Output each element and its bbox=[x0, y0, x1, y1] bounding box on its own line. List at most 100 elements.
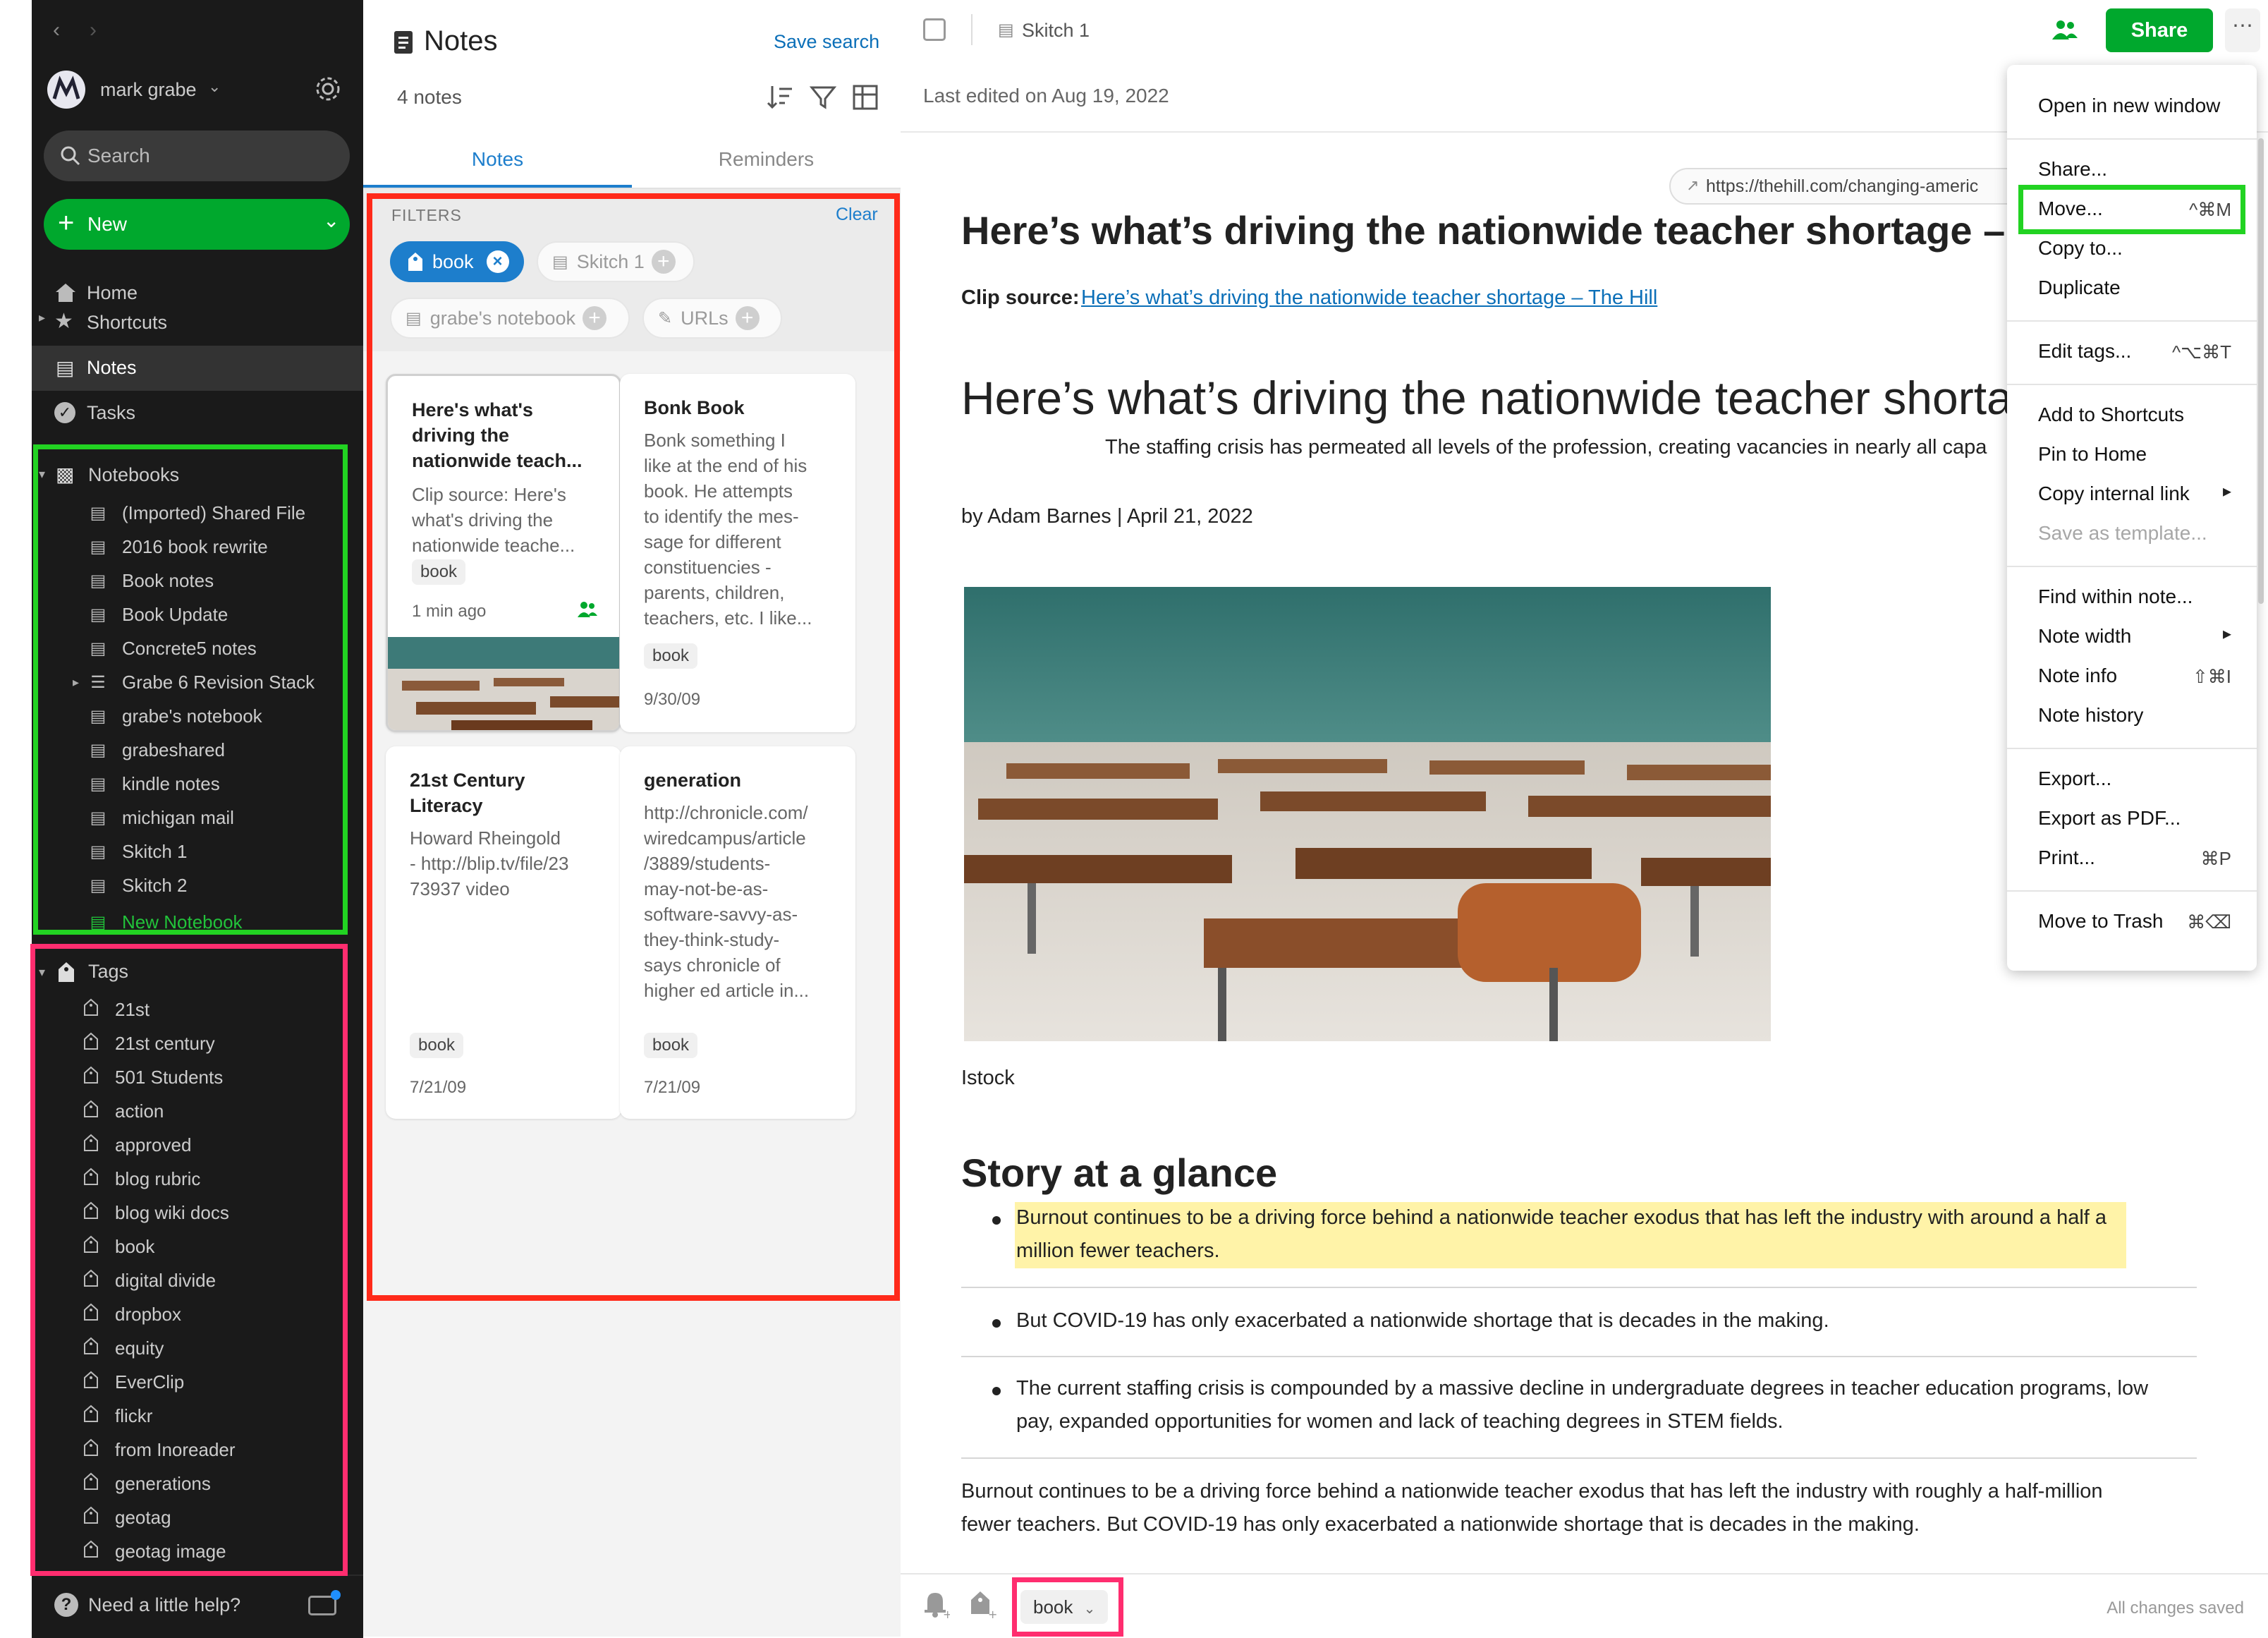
help-link[interactable]: Need a little help? bbox=[88, 1594, 240, 1616]
home-icon bbox=[54, 282, 77, 307]
back-arrow-icon[interactable]: ‹ bbox=[53, 18, 60, 42]
svg-text:+: + bbox=[988, 1608, 996, 1618]
sidebar-notes-label: Notes bbox=[87, 357, 137, 378]
menu-print-shortcut: ⌘P bbox=[2200, 848, 2231, 869]
toolbar-divider bbox=[971, 14, 973, 45]
menu-trash-shortcut: ⌘⌫ bbox=[2187, 911, 2231, 933]
notebook-icon: ▤ bbox=[998, 20, 1014, 40]
account-name[interactable]: mark grabe bbox=[100, 79, 197, 101]
notes-doc-icon bbox=[393, 30, 414, 59]
tag-highlight-box bbox=[1012, 1577, 1123, 1637]
shared-users-icon[interactable] bbox=[2051, 18, 2078, 44]
tab-notes[interactable]: Notes bbox=[363, 140, 632, 188]
menu-export-pdf[interactable]: Export as PDF... bbox=[2038, 807, 2181, 830]
menu-separator bbox=[2007, 566, 2257, 567]
notes-count: 4 notes bbox=[397, 86, 462, 108]
search-input[interactable]: Search bbox=[44, 131, 350, 181]
chevron-down-icon[interactable]: ⌄ bbox=[323, 209, 339, 232]
divider-line bbox=[961, 1457, 2197, 1459]
notebooks-highlight-box bbox=[33, 444, 348, 935]
move-highlight-box bbox=[2018, 185, 2245, 234]
sort-icon[interactable] bbox=[767, 83, 795, 115]
tab-reminders[interactable]: Reminders bbox=[632, 140, 901, 188]
caret-right-icon[interactable]: ▸ bbox=[39, 310, 45, 325]
clip-source-link[interactable]: Here’s what’s driving the nationwide tea… bbox=[1081, 286, 1657, 310]
breadcrumb-notebook[interactable]: Skitch 1 bbox=[1022, 20, 1090, 42]
menu-share[interactable]: Share... bbox=[2038, 158, 2107, 181]
sidebar-item-shortcuts[interactable]: Shortcuts bbox=[87, 312, 167, 334]
bullet-1-line-2: million fewer teachers. bbox=[1016, 1239, 1220, 1262]
menu-duplicate[interactable]: Duplicate bbox=[2038, 277, 2121, 299]
paragraph-line-1: Burnout continues to be a driving force … bbox=[961, 1480, 2103, 1503]
chevron-down-icon[interactable]: ⌄ bbox=[208, 78, 221, 96]
save-status: All changes saved bbox=[2107, 1598, 2244, 1618]
svg-text:+: + bbox=[943, 1608, 950, 1618]
expand-icon[interactable] bbox=[923, 18, 946, 41]
bullet-dot bbox=[992, 1319, 1001, 1328]
menu-add-shortcuts[interactable]: Add to Shortcuts bbox=[2038, 404, 2184, 426]
source-url: https://thehill.com/changing-americ bbox=[1706, 176, 1979, 196]
plus-icon: + bbox=[58, 207, 75, 238]
view-grid-icon[interactable] bbox=[851, 83, 879, 115]
menu-open-new-window[interactable]: Open in new window bbox=[2038, 95, 2220, 117]
notes-title: Notes bbox=[424, 25, 498, 56]
submenu-arrow-icon: ▸ bbox=[2222, 624, 2231, 643]
help-icon: ? bbox=[54, 1593, 78, 1617]
article-image[interactable] bbox=[964, 587, 1771, 1041]
sidebar-tasks-label: Tasks bbox=[87, 402, 136, 423]
reminder-bell-icon[interactable]: + bbox=[923, 1590, 952, 1622]
new-label: New bbox=[87, 213, 128, 235]
menu-edit-tags[interactable]: Edit tags... bbox=[2038, 340, 2131, 363]
article-subhead: The staffing crisis has permeated all le… bbox=[1105, 436, 1987, 459]
save-search-link[interactable]: Save search bbox=[774, 31, 879, 53]
menu-note-info-shortcut: ⇧⌘I bbox=[2192, 666, 2231, 687]
add-tag-icon[interactable]: + bbox=[970, 1590, 997, 1622]
check-circle-icon: ✓ bbox=[54, 402, 75, 423]
menu-separator bbox=[2007, 138, 2257, 140]
search-icon bbox=[61, 146, 80, 166]
menu-move-to-trash[interactable]: Move to Trash bbox=[2038, 910, 2163, 933]
star-icon: ★ bbox=[54, 310, 73, 333]
menu-save-as-template: Save as template... bbox=[2038, 522, 2207, 544]
source-url-pill[interactable]: ↗ https://thehill.com/changing-americ bbox=[1669, 168, 2036, 205]
paragraph-line-2: fewer teachers. But COVID-19 has only ex… bbox=[961, 1513, 1920, 1536]
menu-copy-internal-link[interactable]: Copy internal link bbox=[2038, 483, 2190, 505]
submenu-arrow-icon: ▸ bbox=[2222, 482, 2231, 501]
menu-note-width[interactable]: Note width bbox=[2038, 625, 2131, 648]
menu-note-info[interactable]: Note info bbox=[2038, 665, 2117, 687]
editor-scrollbar[interactable] bbox=[2258, 138, 2264, 604]
new-button[interactable]: + New ⌄ bbox=[44, 199, 350, 250]
tags-highlight-box bbox=[30, 944, 348, 1576]
menu-separator bbox=[2007, 320, 2257, 322]
search-placeholder: Search bbox=[87, 145, 150, 166]
filtered-results-highlight-box bbox=[367, 193, 900, 1301]
bullet-3-line-1: The current staffing crisis is compounde… bbox=[1016, 1377, 2149, 1400]
avatar[interactable] bbox=[47, 71, 85, 109]
share-button[interactable]: Share bbox=[2106, 8, 2213, 52]
article-heading: Here’s what’s driving the nationwide tea… bbox=[961, 372, 2013, 424]
help-bar: ? Need a little help? bbox=[32, 1575, 363, 1638]
menu-pin-home[interactable]: Pin to Home bbox=[2038, 443, 2147, 466]
note-title-heading[interactable]: Here’s what’s driving the nationwide tea… bbox=[961, 207, 2064, 253]
bullet-2: But COVID-19 has only exacerbated a nati… bbox=[1016, 1309, 1829, 1332]
bullet-dot bbox=[992, 1216, 1001, 1225]
menu-edit-tags-shortcut: ^⌥⌘T bbox=[2171, 341, 2231, 363]
last-edited: Last edited on Aug 19, 2022 bbox=[923, 85, 1169, 107]
divider-line bbox=[961, 1287, 2197, 1288]
clip-source-label: Clip source: bbox=[961, 286, 1080, 309]
notification-dot bbox=[331, 1590, 341, 1600]
menu-copy-to[interactable]: Copy to... bbox=[2038, 237, 2123, 260]
menu-print[interactable]: Print... bbox=[2038, 847, 2095, 869]
menu-export[interactable]: Export... bbox=[2038, 768, 2111, 790]
sidebar-item-home[interactable]: Home bbox=[87, 282, 138, 304]
menu-find-within-note[interactable]: Find within note... bbox=[2038, 586, 2193, 608]
forward-arrow-icon[interactable]: › bbox=[90, 18, 97, 42]
filter-icon[interactable] bbox=[809, 83, 837, 115]
window-edge bbox=[0, 0, 32, 1637]
sidebar-item-notes[interactable]: ▤ Notes bbox=[32, 346, 363, 391]
note-icon: ▤ bbox=[56, 357, 75, 379]
menu-note-history[interactable]: Note history bbox=[2038, 704, 2143, 727]
gear-icon[interactable] bbox=[314, 75, 342, 107]
more-options-button[interactable]: ⋯ bbox=[2225, 8, 2260, 52]
sidebar-item-tasks[interactable]: ✓ Tasks bbox=[32, 391, 363, 436]
